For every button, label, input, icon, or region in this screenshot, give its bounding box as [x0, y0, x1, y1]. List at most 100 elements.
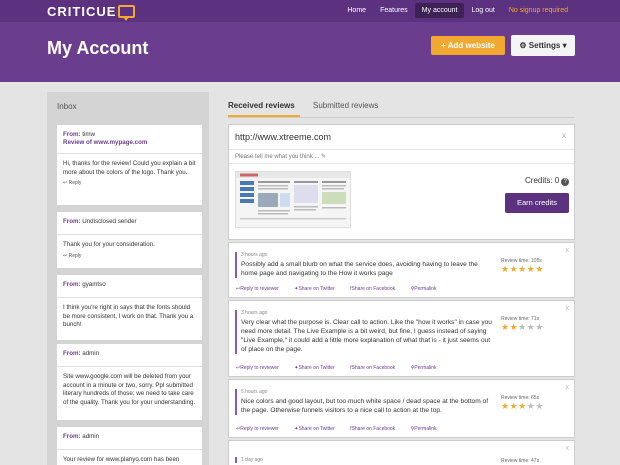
star-icon: ★ — [509, 401, 519, 411]
review-actions: ↩Reply to reviewer ✦Share on Twitter fSh… — [236, 426, 450, 432]
close-icon[interactable]: x — [566, 305, 570, 312]
star-icon: ★ — [518, 401, 527, 411]
message-body: Your review for www.planyo.com has been — [63, 456, 180, 463]
site-thumbnail[interactable] — [235, 171, 351, 228]
help-icon[interactable]: ? — [561, 178, 570, 186]
logo[interactable]: CRITICUE — [47, 4, 136, 21]
message-sender: admin — [82, 350, 100, 357]
site-url[interactable]: http://www.xtreeme.com — [235, 132, 331, 142]
review-text: Very clear what the purpose is. Clear ca… — [241, 319, 492, 353]
gear-icon: ⚙ — [519, 41, 529, 50]
nav-my-account[interactable]: My account — [414, 3, 465, 18]
message-sender: timw — [82, 131, 95, 138]
share-twitter-link[interactable]: ✦Share on Twitter — [294, 365, 342, 371]
share-twitter-link[interactable]: ✦Share on Twitter — [294, 286, 342, 292]
review-card: 3 hours ago Possibly add a small blurb o… — [228, 242, 575, 298]
review-timestamp: 1 day ago — [241, 457, 263, 463]
review-text: Nice colors and good layout, but too muc… — [241, 398, 489, 414]
pencil-icon: ✎ — [321, 154, 327, 160]
page-title: My Account — [47, 38, 149, 58]
nav-home[interactable]: Home — [340, 3, 373, 18]
star-icon: ★ — [518, 322, 527, 332]
star-icon: ★ — [501, 264, 510, 274]
reply-link[interactable]: ↩ Reply — [57, 250, 202, 259]
review-text: Possibly add a small blurb on what the s… — [241, 261, 478, 277]
settings-label: Settings — [528, 41, 561, 50]
star-icon: ★ — [501, 401, 510, 411]
message-sender: gyamtso — [82, 281, 106, 288]
from-label: From: — [63, 281, 81, 288]
message-sender: Undisclosed sender — [82, 218, 137, 225]
inbox-message[interactable]: From: admin Site www.google.com will be … — [57, 344, 202, 420]
close-icon[interactable]: x — [566, 445, 570, 452]
website-card: http://www.xtreeme.com x Please tell me … — [228, 124, 575, 240]
share-facebook-link[interactable]: fShare on Facebook — [350, 286, 402, 292]
message-body: Site www.google.com will be deleted from… — [63, 373, 196, 406]
review-timestamp: 3 hours ago — [241, 310, 268, 316]
caret-down-icon: ▾ — [560, 41, 567, 50]
star-icon: ★ — [518, 264, 527, 274]
permalink-link[interactable]: ⚲Permalink — [411, 286, 444, 292]
logo-text: CRITICUE — [47, 4, 117, 19]
reply-link[interactable]: ↩ Reply — [57, 177, 202, 186]
from-label: From: — [63, 350, 81, 357]
message-sender: admin — [82, 433, 100, 440]
inbox-panel: Inbox From: timw Review of www.mypage.co… — [47, 92, 209, 465]
star-icon: ★ — [535, 264, 544, 274]
permalink-link[interactable]: ⚲Permalink — [411, 365, 444, 371]
credits-display: Credits: 0? — [525, 176, 570, 186]
tab-received-reviews[interactable]: Received reviews — [228, 101, 300, 117]
rating-stars: ★★★★★ — [501, 401, 571, 412]
close-icon[interactable]: x — [566, 247, 570, 254]
share-facebook-link[interactable]: fShare on Facebook — [350, 365, 402, 371]
rating-stars: ★★★★★ — [501, 322, 571, 333]
review-tabs: Received reviews Submitted reviews — [228, 98, 575, 118]
star-icon: ★ — [501, 322, 510, 332]
review-actions: ↩Reply to reviewer ✦Share on Twitter fSh… — [236, 286, 450, 292]
inbox-message[interactable]: From: gyamtso I think you're right in sa… — [57, 275, 202, 340]
inbox-message[interactable]: From: timw Review of www.mypage.com Hi, … — [57, 125, 202, 205]
from-label: From: — [63, 433, 81, 440]
reply-to-reviewer-link[interactable]: ↩Reply to reviewer — [236, 286, 286, 292]
rating-stars: ★★★★★ — [501, 264, 571, 275]
inbox-message[interactable]: From: admin Your review for www.planyo.c… — [57, 427, 202, 465]
star-icon: ★ — [509, 264, 519, 274]
permalink-link[interactable]: ⚲Permalink — [411, 426, 444, 432]
main-nav: Home Features My account Log out No sign… — [340, 3, 620, 18]
message-body: Thank you for your consideration. — [63, 241, 155, 248]
share-twitter-link[interactable]: ✦Share on Twitter — [294, 426, 342, 432]
message-body: I think you're right in says that the fo… — [63, 304, 194, 328]
review-timestamp: 5 hours ago — [241, 389, 268, 395]
review-duration: Review time: 47s — [501, 458, 540, 464]
tab-submitted-reviews[interactable]: Submitted reviews — [313, 101, 378, 115]
message-body: Hi, thanks for the review! Could you exp… — [63, 160, 196, 176]
review-actions: ↩Reply to reviewer ✦Share on Twitter fSh… — [236, 365, 450, 371]
reply-to-reviewer-link[interactable]: ↩Reply to reviewer — [236, 365, 286, 371]
review-timestamp: 3 hours ago — [241, 252, 268, 258]
message-subject[interactable]: Review of www.mypage.com — [57, 139, 202, 147]
star-icon: ★ — [535, 401, 544, 411]
site-thumbnail-image — [236, 172, 350, 220]
nav-features[interactable]: Features — [373, 3, 415, 18]
nav-signup-note[interactable]: No signup required — [502, 3, 620, 18]
speech-bubble-icon — [118, 5, 136, 21]
review-card: 3 hours ago Very clear what the purpose … — [228, 300, 575, 377]
star-icon: ★ — [535, 322, 544, 332]
nav-logout[interactable]: Log out — [464, 3, 501, 18]
close-icon[interactable]: x — [562, 131, 566, 140]
settings-button[interactable]: ⚙ Settings ▾ — [511, 35, 575, 56]
from-label: From: — [63, 131, 81, 138]
earn-credits-button[interactable]: Earn credits — [505, 193, 569, 213]
reply-to-reviewer-link[interactable]: ↩Reply to reviewer — [236, 426, 286, 432]
inbox-message[interactable]: From: Undisclosed sender Thank you for y… — [57, 212, 202, 268]
review-card: 5 hours ago Nice colors and good layout,… — [228, 379, 575, 438]
close-icon[interactable]: x — [566, 384, 570, 391]
share-facebook-link[interactable]: fShare on Facebook — [350, 426, 402, 432]
review-card: 1 day ago Review time: 47s x — [228, 440, 575, 465]
header: CRITICUE Home Features My account Log ou… — [0, 0, 620, 82]
inbox-title: Inbox — [57, 102, 77, 111]
from-label: From: — [63, 218, 81, 225]
add-website-button[interactable]: + Add website — [431, 36, 505, 55]
site-description-field[interactable]: Please tell me what you think ... ✎ — [235, 153, 326, 160]
star-icon: ★ — [509, 322, 519, 332]
